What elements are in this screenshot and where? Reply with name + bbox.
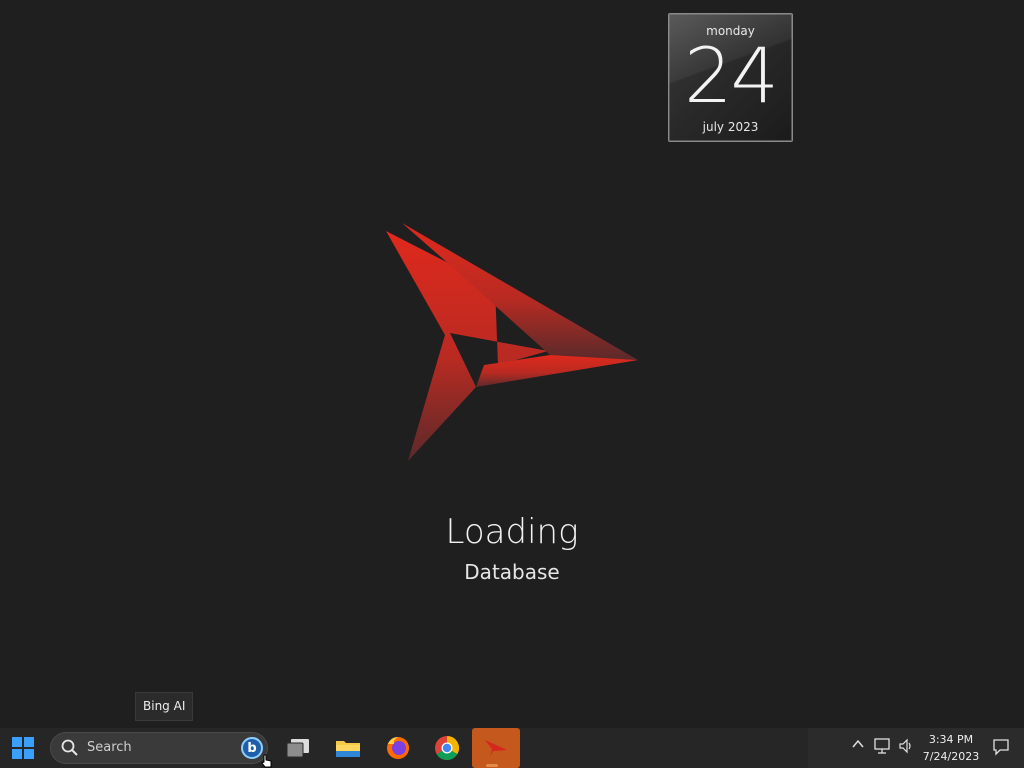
clock-date: 7/24/2023 bbox=[922, 750, 980, 763]
chrome-icon bbox=[435, 736, 460, 761]
firefox-button[interactable] bbox=[378, 728, 418, 768]
calendar-month-year: july 2023 bbox=[702, 120, 759, 134]
taskbar-clock[interactable]: 3:34 PM 7/24/2023 bbox=[920, 731, 982, 765]
bing-ai-tooltip: Bing AI bbox=[135, 692, 194, 721]
app-logo-icon bbox=[485, 740, 507, 757]
loading-title: Loading bbox=[445, 512, 579, 552]
chrome-button[interactable] bbox=[427, 728, 467, 768]
firefox-icon bbox=[387, 737, 409, 759]
folder-icon bbox=[336, 741, 360, 757]
app-logo bbox=[386, 223, 638, 461]
windows-start-icon bbox=[12, 737, 34, 759]
volume-icon[interactable] bbox=[898, 738, 914, 754]
loading-app-button[interactable] bbox=[472, 728, 520, 768]
calendar-day: 24 bbox=[684, 31, 779, 120]
hand-cursor-icon bbox=[261, 754, 272, 768]
chevron-up-icon[interactable] bbox=[852, 738, 864, 750]
start-button[interactable] bbox=[3, 728, 43, 768]
task-view-button[interactable] bbox=[278, 728, 318, 768]
task-view-icon bbox=[286, 739, 309, 758]
calendar-gadget[interactable]: monday 24 july 2023 bbox=[668, 13, 793, 142]
network-icon[interactable] bbox=[874, 738, 892, 754]
taskbar-search-box[interactable]: Search b bbox=[50, 732, 268, 764]
search-placeholder: Search bbox=[87, 740, 132, 755]
search-icon bbox=[61, 739, 78, 756]
file-explorer-button[interactable] bbox=[328, 728, 368, 768]
clock-time: 3:34 PM bbox=[928, 733, 974, 746]
loading-subtitle: Database bbox=[464, 560, 560, 584]
notification-icon[interactable] bbox=[992, 738, 1010, 756]
